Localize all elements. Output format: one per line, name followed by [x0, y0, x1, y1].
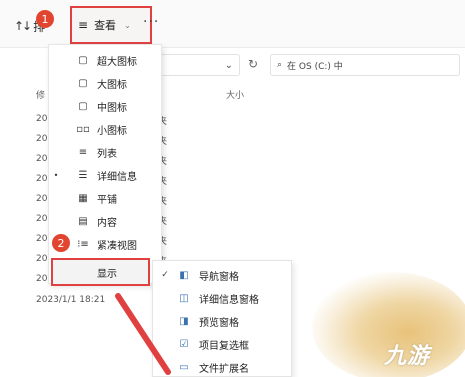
- submenu-item-label: 文件扩展名: [199, 363, 249, 375]
- menu-item-tiles[interactable]: ▦ 平铺: [49, 187, 161, 209]
- menu-item-label: 超大图标: [97, 56, 137, 68]
- nav-pane-icon: ◧: [179, 269, 189, 281]
- step-badge-1: 1: [36, 10, 54, 28]
- monitor-icon: ▢: [78, 100, 88, 112]
- submenu-item-file-ext[interactable]: ▭ 文件扩展名: [153, 355, 293, 377]
- submenu-item-label: 导航窗格: [199, 271, 239, 283]
- row-date: 20: [36, 254, 48, 264]
- menu-item-show[interactable]: 显示 ›: [51, 258, 160, 286]
- row-date: 20: [36, 174, 48, 184]
- menu-item-label: 中图标: [97, 102, 127, 114]
- watermark-text: 九游: [384, 344, 431, 369]
- grid-icon: ▫▫: [76, 123, 90, 135]
- menu-item-label: 平铺: [97, 194, 117, 206]
- sort-icon: ↑↓: [14, 19, 32, 33]
- submenu-item-label: 预览窗格: [199, 317, 239, 329]
- menu-item-label: 大图标: [97, 79, 127, 91]
- search-icon: ⌕: [277, 60, 283, 70]
- submenu-item-label: 项目复选框: [199, 340, 249, 352]
- row-date: 20: [36, 234, 48, 244]
- row-date: 20: [36, 154, 48, 164]
- menu-item-label: 小图标: [97, 125, 127, 137]
- more-options-button[interactable]: ···: [143, 14, 159, 30]
- menu-item-label: 列表: [97, 148, 117, 160]
- compact-view-icon: ⁝≡: [77, 238, 89, 250]
- file-ext-icon: ▭: [179, 361, 189, 373]
- menu-item-label: 详细信息: [97, 171, 137, 183]
- list-icon: ≡: [78, 146, 88, 158]
- menu-item-monitor[interactable]: ▢ 超大图标: [49, 49, 161, 71]
- row-date: 20: [36, 274, 48, 284]
- submenu-item-preview-pane[interactable]: ◨ 预览窗格: [153, 309, 293, 333]
- menu-item-details[interactable]: • ☰ 详细信息: [49, 164, 161, 186]
- submenu-item-label: 详细信息窗格: [199, 294, 259, 306]
- submenu-item-details-pane[interactable]: ◫ 详细信息窗格: [153, 286, 293, 310]
- menu-item-grid[interactable]: ▫▫ 小图标: [49, 118, 161, 140]
- row-date: 20: [36, 194, 48, 204]
- menu-item-content[interactable]: ▤ 内容: [49, 210, 161, 232]
- menu-item-monitor[interactable]: ▢ 大图标: [49, 72, 161, 94]
- preview-pane-icon: ◨: [179, 315, 189, 327]
- details-pane-icon: ◫: [179, 292, 189, 304]
- checkmark-icon: ✓: [161, 270, 169, 280]
- menu-item-label: 紧凑视图: [97, 240, 137, 252]
- monitor-icon: ▢: [78, 77, 88, 89]
- view-button[interactable]: ≡ 查看 ⌄: [70, 6, 152, 44]
- menu-item-list[interactable]: ≡ 列表: [49, 141, 161, 163]
- menu-item-monitor[interactable]: ▢ 中图标: [49, 95, 161, 117]
- row-date: 20: [36, 134, 48, 144]
- address-bar[interactable]: ⌄: [160, 54, 240, 76]
- row-date: 20: [36, 114, 48, 124]
- content-icon: ▤: [78, 215, 88, 227]
- view-lines-icon: ≡: [78, 18, 89, 32]
- row-date: 20: [36, 214, 48, 224]
- monitor-icon: ▢: [78, 54, 88, 66]
- tiles-icon: ▦: [78, 192, 88, 204]
- show-submenu: ✓ ◧ 导航窗格 ◫ 详细信息窗格 ◨ 预览窗格 ☑ 项目复选框 ▭ 文件扩展名: [152, 260, 292, 377]
- checkbox-icon: ☑: [179, 338, 189, 350]
- command-bar: ↑↓ 排 ≡ 查看 ⌄ ···: [0, 0, 465, 48]
- submenu-item-checkbox[interactable]: ☑ 项目复选框: [153, 332, 293, 356]
- search-placeholder: 在 OS (C:) 中: [287, 61, 343, 72]
- show-label: 显示: [97, 268, 117, 280]
- menu-item-label: 内容: [97, 217, 117, 229]
- view-label: 查看: [94, 19, 117, 32]
- column-header-date[interactable]: 修: [36, 88, 45, 101]
- step-badge-2: 2: [52, 234, 70, 252]
- refresh-icon[interactable]: ↻: [248, 57, 258, 71]
- column-header-size[interactable]: 大小: [226, 88, 244, 101]
- selected-dot-icon: •: [53, 170, 59, 180]
- chevron-down-icon: ⌄: [124, 20, 131, 30]
- chevron-down-icon: ⌄: [224, 59, 233, 71]
- submenu-item-nav-pane[interactable]: ✓ ◧ 导航窗格: [153, 263, 293, 287]
- search-input[interactable]: ⌕ 在 OS (C:) 中: [270, 54, 460, 76]
- row-date: 2023/1/1 18:21: [36, 295, 106, 305]
- details-icon: ☰: [78, 169, 88, 181]
